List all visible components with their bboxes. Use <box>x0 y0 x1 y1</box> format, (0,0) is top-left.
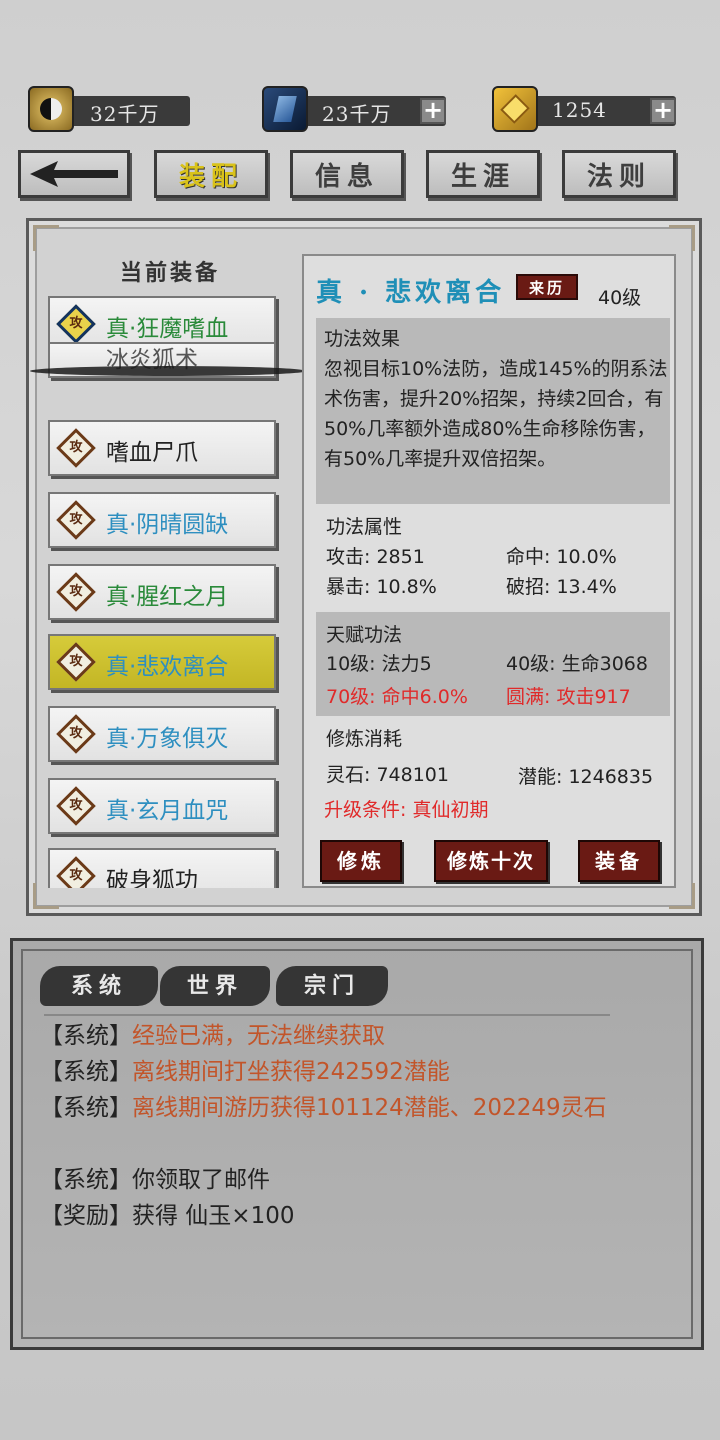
equip-item-label: 真·阴晴圆缺 <box>106 512 229 538</box>
drag-stroke <box>30 366 306 376</box>
cost-stone: 灵石: 748101 <box>326 764 449 786</box>
attr-title: 功法属性 <box>326 516 403 538</box>
chat-tag: 【系统】 <box>40 1167 132 1193</box>
talent-title: 天赋功法 <box>326 624 403 646</box>
back-button[interactable] <box>18 150 130 198</box>
upgrade-condition: 升级条件: 真仙初期 <box>324 799 489 821</box>
equip-item[interactable]: 攻 真·万象俱灭 <box>48 706 276 762</box>
talent-section: 天赋功法 10级: 法力5 40级: 生命3068 70级: 命中6.0% 圆满… <box>316 612 670 716</box>
gold-value: 1254 <box>552 98 607 122</box>
equip-list[interactable]: 攻 真·狂魔嗜血 冰炎狐术 攻 嗜血尸爪 攻 真·阴晴圆缺 攻 真·腥红之月 攻… <box>46 294 282 888</box>
chat-tag: 【系统】 <box>40 1095 132 1121</box>
gold-ingot-icon <box>492 86 538 132</box>
attr-attack: 攻击: 2851 <box>326 546 425 568</box>
equip-item-label: 真·玄月血咒 <box>106 798 229 824</box>
chat-tag: 【系统】 <box>40 1059 132 1085</box>
equip-item-selected[interactable]: 攻 真·悲欢离合 <box>48 634 276 690</box>
cultivate-ten-button[interactable]: 修炼十次 <box>434 840 548 882</box>
attr-crit: 暴击: 10.8% <box>326 576 437 598</box>
cost-title: 修炼消耗 <box>326 728 403 750</box>
talent-full: 圆满: 攻击917 <box>506 686 631 708</box>
chat-message: 【系统】经验已满，无法继续获取 <box>40 1018 660 1054</box>
chat-text: 经验已满，无法继续获取 <box>132 1023 385 1049</box>
equip-item[interactable]: 攻 嗜血尸爪 <box>48 420 276 476</box>
add-crystal-button[interactable]: + <box>420 98 446 124</box>
talent-40: 40级: 生命3068 <box>506 653 648 675</box>
chat-text: 离线期间打坐获得242592潜能 <box>132 1059 450 1085</box>
chat-tab-system[interactable]: 系统 <box>40 966 158 1006</box>
attack-badge-text: 攻 <box>69 512 83 527</box>
attr-section: 功法属性 攻击: 2851 命中: 10.0% 暴击: 10.8% 破招: 13… <box>316 512 670 606</box>
chat-tag: 【奖励】 <box>40 1203 132 1229</box>
equip-item-label: 嗜血尸爪 <box>106 440 198 466</box>
chat-tab-world[interactable]: 世界 <box>160 966 270 1006</box>
effect-title: 功法效果 <box>324 328 401 350</box>
equip-item-label: 真·万象俱灭 <box>106 726 229 752</box>
equip-item[interactable]: 攻 真·腥红之月 <box>48 564 276 620</box>
chat-text: 获得 仙玉×100 <box>132 1203 295 1229</box>
equip-button[interactable]: 装备 <box>578 840 660 882</box>
equip-item-label: 真·狂魔嗜血 <box>106 316 229 342</box>
blue-crystal-icon <box>262 86 308 132</box>
taiji-coin-icon <box>28 86 74 132</box>
resource-coin: 32千万 <box>28 86 192 132</box>
chat-panel-inner <box>21 949 693 1339</box>
equip-item[interactable]: 攻 真·阴晴圆缺 <box>48 492 276 548</box>
chat-message: 【系统】你领取了邮件 <box>40 1162 660 1198</box>
equip-item-label: 真·悲欢离合 <box>106 654 229 680</box>
origin-button[interactable]: 来历 <box>516 274 578 300</box>
equip-item[interactable]: 攻 真·玄月血咒 <box>48 778 276 834</box>
talent-10: 10级: 法力5 <box>326 653 432 675</box>
chat-tab-sect[interactable]: 宗门 <box>276 966 388 1006</box>
coin-value: 32千万 <box>90 102 160 126</box>
chat-text: 离线期间游历获得101124潜能、202249灵石 <box>132 1095 607 1121</box>
tab-equip[interactable]: 装配 <box>154 150 268 198</box>
chat-tag: 【系统】 <box>40 1023 132 1049</box>
corner-ornament <box>33 225 59 251</box>
attack-badge-text: 攻 <box>69 440 83 455</box>
cost-section: 修炼消耗 灵石: 748101 潜能: 1246835 升级条件: 真仙初期 <box>316 724 670 828</box>
effect-text: 忽视目标10%法防，造成145%的阴系法术伤害，提升20%招架，持续2回合，有5… <box>324 358 668 470</box>
attack-badge-text: 攻 <box>69 868 83 883</box>
cost-potential: 潜能: 1246835 <box>518 766 654 788</box>
attack-badge-text: 攻 <box>69 316 83 331</box>
tab-career[interactable]: 生涯 <box>426 150 540 198</box>
talent-70: 70级: 命中6.0% <box>326 686 468 708</box>
tab-info[interactable]: 信息 <box>290 150 404 198</box>
skill-level: 40级 <box>598 287 642 309</box>
skill-name: 真 · 悲欢离合 <box>316 278 506 308</box>
chat-text: 你领取了邮件 <box>132 1167 270 1193</box>
chat-divider <box>44 1014 610 1016</box>
chat-message: 【系统】离线期间游历获得101124潜能、202249灵石 <box>40 1090 652 1126</box>
equip-item-label: 破身狐功 <box>106 868 198 888</box>
attack-badge-text: 攻 <box>69 584 83 599</box>
chat-message: 【系统】离线期间打坐获得242592潜能 <box>40 1054 660 1090</box>
resource-crystal: 23千万 + <box>262 86 450 132</box>
corner-ornament <box>669 225 695 251</box>
attr-hit: 命中: 10.0% <box>506 546 617 568</box>
equip-list-title: 当前装备 <box>120 260 221 286</box>
back-arrow-icon <box>30 161 118 187</box>
chat-message: 【奖励】获得 仙玉×100 <box>40 1198 660 1234</box>
tab-rules[interactable]: 法则 <box>562 150 676 198</box>
add-gold-button[interactable]: + <box>650 98 676 124</box>
attr-break: 破招: 13.4% <box>506 576 617 598</box>
cultivate-button[interactable]: 修炼 <box>320 840 402 882</box>
attack-badge-text: 攻 <box>69 798 83 813</box>
attack-badge-text: 攻 <box>69 726 83 741</box>
attack-badge-text: 攻 <box>69 654 83 669</box>
resource-gold: 1254 + <box>492 86 680 132</box>
equip-item-label: 真·腥红之月 <box>106 584 229 610</box>
crystal-value: 23千万 <box>322 102 392 126</box>
effect-section: 功法效果 忽视目标10%法防，造成145%的阴系法术伤害，提升20%招架，持续2… <box>316 318 670 504</box>
equip-item[interactable]: 攻 破身狐功 <box>48 848 276 888</box>
